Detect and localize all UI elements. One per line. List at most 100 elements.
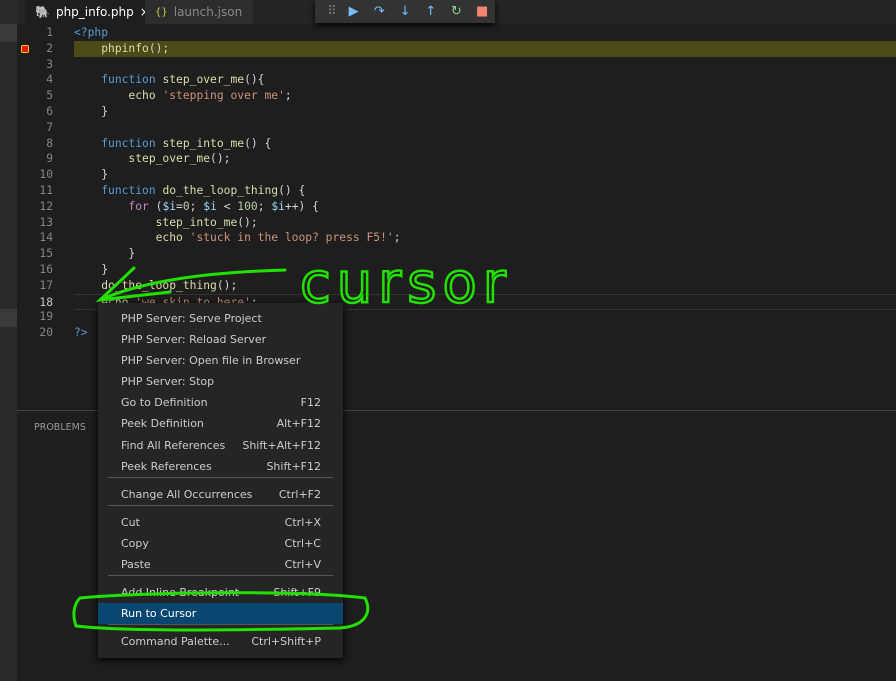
code-text: for ($i=0; $i < 100; $i++) { (128, 199, 319, 213)
line-number: 19 (39, 310, 53, 324)
code-line[interactable]: 2 phpinfo(); (17, 40, 896, 57)
menu-item-copy[interactable]: Copy Ctrl+C (98, 533, 343, 554)
menu-item-change-all-occurrences[interactable]: Change All Occurrences Ctrl+F2 (98, 484, 343, 505)
menu-item-label: Paste (121, 558, 151, 571)
code-line[interactable]: 17 do_the_loop_thing(); (17, 278, 896, 294)
menu-item-label: Peek Definition (121, 417, 204, 430)
code-text: function step_over_me(){ (101, 73, 265, 87)
tab-launch-json[interactable]: {} launch.json (145, 0, 253, 24)
line-number: 6 (46, 105, 53, 118)
line-number: 15 (39, 247, 53, 261)
menu-item-label: Cut (121, 516, 140, 529)
menu-item-shortcut: Ctrl+F2 (278, 488, 321, 501)
continue-icon[interactable]: ▶ (341, 4, 367, 19)
menu-item-php-server-serve-project[interactable]: PHP Server: Serve Project (98, 308, 343, 329)
menu-item-php-server-reload-server[interactable]: PHP Server: Reload Server (98, 329, 343, 350)
menu-item-shortcut: F12 (300, 396, 321, 409)
drag-handle-icon[interactable]: ⠿ (323, 4, 341, 19)
line-number: 8 (46, 136, 53, 150)
code-line[interactable]: 10 } (17, 167, 896, 183)
menu-item-label: Find All References (121, 439, 226, 452)
menu-separator (108, 505, 333, 506)
menu-item-label: Add Inline Breakpoint (121, 586, 240, 599)
line-number: 16 (39, 263, 53, 276)
line-number: 3 (46, 57, 53, 71)
code-text: do_the_loop_thing(); (101, 278, 238, 292)
code-line[interactable]: 5 echo 'stepping over me'; (17, 88, 896, 104)
php-elephant-icon: 🐘 (35, 5, 50, 19)
code-line[interactable]: 4 function step_over_me(){ (17, 72, 896, 88)
code-text: ?> (74, 326, 88, 340)
line-number: 4 (46, 73, 53, 87)
line-number: 11 (39, 184, 53, 197)
code-line[interactable]: 7 (17, 120, 896, 136)
restart-icon[interactable]: ↻ (444, 4, 470, 19)
line-number: 20 (39, 326, 53, 340)
menu-item-php-server-stop[interactable]: PHP Server: Stop (98, 371, 343, 392)
stop-icon[interactable]: ■ (469, 4, 495, 19)
activity-item[interactable] (0, 309, 17, 327)
code-text: echo 'stepping over me'; (128, 89, 292, 103)
menu-separator (108, 575, 333, 576)
breakpoint-current-icon[interactable] (21, 44, 29, 53)
menu-item-label: Copy (121, 537, 149, 550)
line-number: 14 (39, 231, 53, 245)
menu-item-shortcut: Ctrl+C (284, 537, 321, 550)
menu-item-run-to-cursor[interactable]: Run to Cursor (98, 603, 343, 624)
code-line[interactable]: 15 } (17, 246, 896, 262)
line-number: 10 (39, 168, 53, 182)
code-line[interactable]: 8 function step_into_me() { (17, 136, 896, 152)
menu-item-cut[interactable]: Cut Ctrl+X (98, 512, 343, 533)
menu-item-shortcut: Shift+F9 (273, 586, 321, 599)
menu-separator (108, 477, 333, 478)
line-number: 1 (46, 26, 53, 39)
activity-item[interactable] (0, 24, 17, 42)
json-braces-icon: {} (155, 6, 168, 18)
menu-item-label: PHP Server: Stop (121, 375, 215, 388)
menu-separator (108, 624, 333, 625)
menu-item-label: Run to Cursor (121, 607, 197, 620)
menu-item-shortcut: Ctrl+V (284, 558, 321, 571)
menu-item-shortcut: Ctrl+Shift+P (251, 635, 321, 648)
menu-item-command-palette[interactable]: Command Palette... Ctrl+Shift+P (98, 631, 343, 652)
tab-php-info[interactable]: 🐘php_info.php× (25, 0, 150, 24)
code-line[interactable]: 13 step_into_me(); (17, 215, 896, 231)
code-line[interactable]: 3 (17, 57, 896, 73)
code-text: } (74, 263, 109, 276)
code-line[interactable]: 12 for ($i=0; $i < 100; $i++) { (17, 199, 896, 215)
code-text: function step_into_me() { (101, 136, 272, 150)
menu-item-go-to-definition[interactable]: Go to Definition F12 (98, 392, 343, 413)
code-text: } (74, 105, 109, 118)
menu-item-shortcut: Alt+F12 (276, 417, 321, 430)
menu-item-label: PHP Server: Reload Server (121, 333, 267, 346)
menu-item-add-inline-breakpoint[interactable]: Add Inline Breakpoint Shift+F9 (98, 582, 343, 603)
step-over-icon[interactable]: ↷ (367, 4, 393, 19)
code-line[interactable]: 1 <?php (17, 25, 896, 41)
tab-problems[interactable]: PROBLEMS (34, 422, 86, 433)
menu-item-peek-references[interactable]: Peek References Shift+F12 (98, 456, 343, 477)
line-number: 12 (39, 199, 53, 213)
menu-item-find-all-references[interactable]: Find All References Shift+Alt+F12 (98, 435, 343, 456)
menu-item-php-server-open-file-in-browser[interactable]: PHP Server: Open file in Browser (98, 350, 343, 371)
menu-item-label: PHP Server: Open file in Browser (121, 354, 301, 367)
line-number: 5 (46, 89, 53, 103)
activity-bar (0, 0, 17, 681)
menu-item-label: Peek References (121, 460, 212, 473)
code-text: <?php (74, 26, 109, 39)
step-out-icon[interactable]: ↑ (418, 4, 444, 19)
menu-item-peek-definition[interactable]: Peek Definition Alt+F12 (98, 413, 343, 434)
menu-item-label: Command Palette... (121, 635, 230, 648)
context-menu: PHP Server: Serve Project PHP Server: Rel… (98, 303, 343, 658)
code-text: phpinfo(); (74, 40, 896, 57)
menu-item-paste[interactable]: Paste Ctrl+V (98, 554, 343, 575)
line-number: 13 (39, 215, 53, 229)
code-line[interactable]: 9 step_over_me(); (17, 151, 896, 167)
step-into-icon[interactable]: ↓ (392, 4, 418, 19)
code-text: step_into_me(); (155, 215, 258, 229)
code-line[interactable]: 11 function do_the_loop_thing() { (17, 183, 896, 199)
code-line[interactable]: 14 echo 'stuck in the loop? press F5!'; (17, 230, 896, 246)
code-text: step_over_me(); (128, 152, 231, 166)
code-line[interactable]: 6 } (17, 104, 896, 120)
menu-item-label: Go to Definition (121, 396, 208, 409)
code-line[interactable]: 16 } (17, 262, 896, 278)
